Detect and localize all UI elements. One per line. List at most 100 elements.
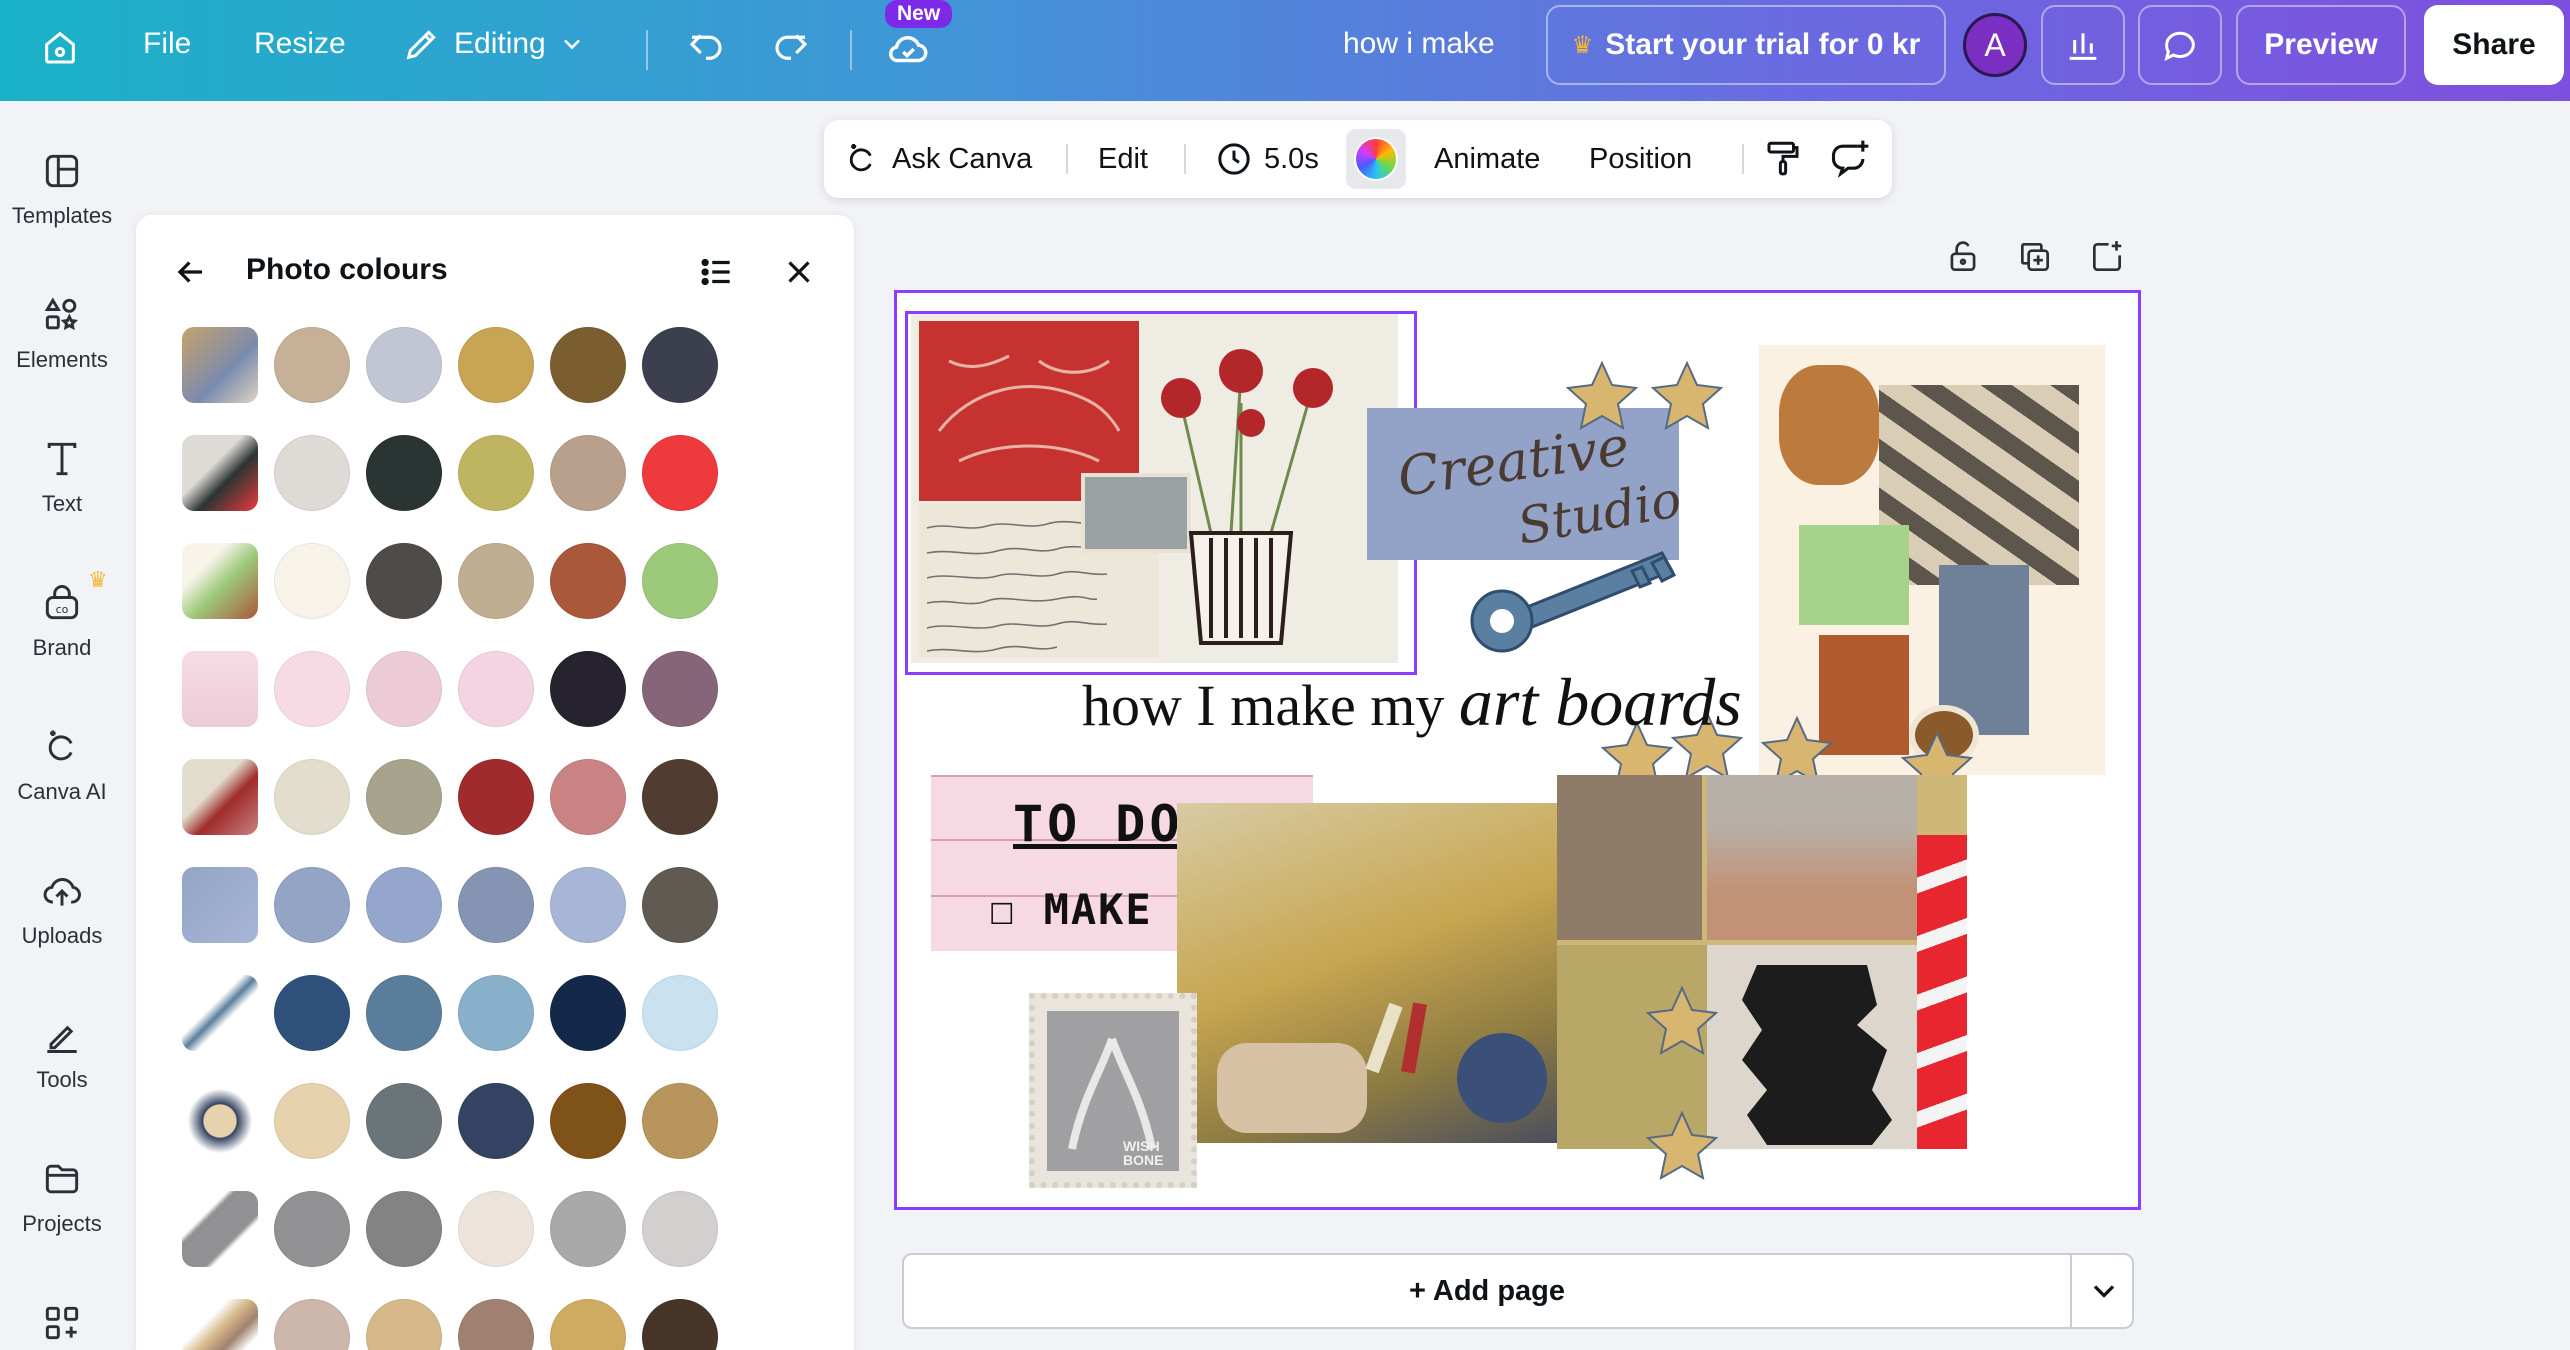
colour-swatch[interactable] [366,327,442,403]
rail-item-projects[interactable]: Projects [0,1157,124,1237]
colour-swatch[interactable] [366,1083,442,1159]
colour-swatch[interactable] [274,1083,350,1159]
copy-style-button[interactable] [1762,120,1804,198]
design-page[interactable]: Creative Studio how I make my art boards… [894,290,2141,1210]
colour-swatch[interactable] [642,1083,718,1159]
colour-swatch[interactable] [274,1191,350,1267]
colour-swatch[interactable] [366,867,442,943]
swatch-thumbnail[interactable] [182,975,258,1051]
home-button[interactable] [40,27,80,67]
colour-swatch[interactable] [458,1299,534,1350]
colour-swatch[interactable] [274,327,350,403]
swatch-thumbnail[interactable] [182,867,258,943]
editing-mode-dropdown[interactable]: Editing [402,24,586,64]
colour-swatch[interactable] [642,435,718,511]
artboard-title[interactable]: how I make my art boards [1082,663,1742,742]
colour-swatch[interactable] [550,651,626,727]
colour-swatch[interactable] [550,327,626,403]
colour-swatch[interactable] [366,1299,442,1350]
colour-swatch[interactable] [550,1191,626,1267]
colour-swatch[interactable] [550,435,626,511]
share-button[interactable]: Share [2424,5,2564,85]
colour-swatch[interactable] [458,435,534,511]
colour-swatch[interactable] [458,867,534,943]
rail-item-apps[interactable] [0,1301,124,1345]
swatch-thumbnail[interactable] [182,327,258,403]
list-view-icon[interactable] [698,253,736,291]
colour-swatch[interactable] [642,867,718,943]
unlock-icon[interactable] [1944,238,1982,276]
colour-swatch[interactable] [274,759,350,835]
add-page-icon[interactable] [2088,238,2126,276]
star-stickers-bottom[interactable] [1637,983,1727,1210]
colour-swatch[interactable] [458,759,534,835]
rail-item-text[interactable]: Text [0,437,124,517]
swatch-thumbnail[interactable] [182,543,258,619]
colour-swatch[interactable] [274,975,350,1051]
colour-swatch[interactable] [550,975,626,1051]
collage-image-hands[interactable] [1177,803,1562,1143]
colour-swatch[interactable] [550,543,626,619]
colour-swatch[interactable] [458,543,534,619]
collage-image-right[interactable] [1759,345,2105,775]
add-page-button[interactable]: + Add page [904,1275,2070,1308]
document-title[interactable]: how i make [1343,27,1495,61]
duration-button[interactable]: 5.0s [1214,120,1319,198]
duplicate-page-icon[interactable] [2016,238,2054,276]
colour-swatch[interactable] [550,759,626,835]
cloud-save-button[interactable] [885,26,931,72]
back-arrow-icon[interactable] [172,253,210,291]
colour-swatch[interactable] [642,759,718,835]
redo-button[interactable] [770,25,812,67]
edit-button[interactable]: Edit [1098,120,1148,198]
ask-canva-button[interactable]: Ask Canva [842,120,1032,198]
animate-button[interactable]: Animate [1434,120,1540,198]
colour-swatch[interactable] [274,435,350,511]
colour-swatch[interactable] [366,975,442,1051]
colour-swatch[interactable] [366,435,442,511]
colour-swatch[interactable] [458,1083,534,1159]
comments-button[interactable] [2138,5,2222,85]
chevron-down-icon[interactable] [2086,1273,2122,1309]
colour-swatch[interactable] [458,327,534,403]
start-trial-button[interactable]: ♛ Start your trial for 0 kr [1546,5,1946,85]
colour-swatch[interactable] [642,543,718,619]
key-sticker[interactable] [1452,533,1702,663]
file-menu[interactable]: File [143,27,191,61]
insights-button[interactable] [2041,5,2125,85]
colour-swatch[interactable] [642,651,718,727]
swatch-thumbnail[interactable] [182,1191,258,1267]
undo-button[interactable] [685,25,727,67]
swatch-thumbnail[interactable] [182,1299,258,1350]
colour-swatch[interactable] [274,867,350,943]
star-stickers-top[interactable] [1562,358,1732,438]
colour-swatch[interactable] [366,651,442,727]
rail-item-brand[interactable]: co Brand ♛ [0,567,124,661]
colour-swatch[interactable] [550,1083,626,1159]
colour-swatch[interactable] [458,1191,534,1267]
close-icon[interactable] [780,253,818,291]
avatar[interactable]: A [1963,13,2027,77]
rail-item-elements[interactable]: Elements [0,293,124,373]
collage-image-rocks[interactable] [1557,775,1967,1149]
rail-item-uploads[interactable]: Uploads [0,869,124,949]
colour-swatch[interactable] [642,1191,718,1267]
swatch-thumbnail[interactable] [182,435,258,511]
colour-swatch[interactable] [550,1299,626,1350]
resize-button[interactable]: Resize [254,27,346,61]
colour-swatch[interactable] [642,327,718,403]
colour-swatch[interactable] [274,1299,350,1350]
wishbone-stamp[interactable]: WISH BONE [1029,993,1197,1188]
colour-swatch[interactable] [366,1191,442,1267]
colour-swatch[interactable] [366,759,442,835]
colour-swatch[interactable] [550,867,626,943]
rail-item-canva-ai[interactable]: Canva AI [0,725,124,805]
swatch-thumbnail[interactable] [182,759,258,835]
rail-item-tools[interactable]: Tools [0,1013,124,1093]
add-comment-button[interactable] [1828,120,1872,198]
rail-item-templates[interactable]: Templates [0,149,124,229]
swatch-thumbnail[interactable] [182,651,258,727]
preview-button[interactable]: Preview [2236,5,2406,85]
position-button[interactable]: Position [1589,120,1692,198]
swatch-thumbnail[interactable] [182,1083,258,1159]
